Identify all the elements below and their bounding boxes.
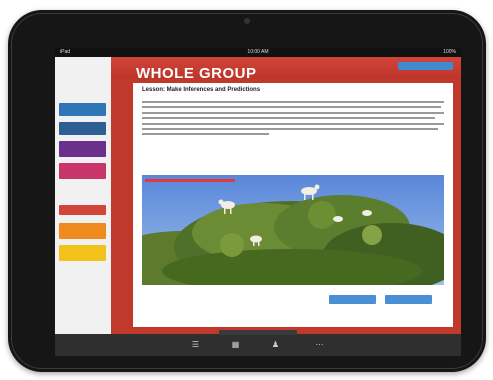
drawer-handle[interactable] [219, 330, 297, 335]
tablet-device: iPad 10:00 AM 100% WHOLE GROUP Lesson: M… [8, 10, 486, 372]
photo-caption-bar [145, 179, 235, 182]
lesson-title: Lesson: Make Inferences and Predictions [142, 87, 261, 93]
status-time: 10:00 AM [247, 49, 269, 55]
content-panel: Lesson: Make Inferences and Predictions [133, 83, 453, 327]
sidebar-item-1[interactable] [59, 103, 106, 116]
sidebar-logo [61, 75, 105, 85]
sidebar-item-5[interactable] [59, 205, 106, 215]
page-title: WHOLE GROUP [136, 65, 257, 82]
menu-icon[interactable]: ☰ [191, 340, 200, 349]
sidebar-item-6[interactable] [59, 223, 106, 239]
main-area: WHOLE GROUP Lesson: Make Inferences and … [111, 57, 461, 334]
bottom-toolbar: ☰ ▦ ♟ ⋯ [55, 330, 461, 356]
layout-icon[interactable]: ▦ [231, 340, 240, 349]
status-bar: iPad 10:00 AM 100% [55, 48, 461, 57]
sidebar [55, 57, 112, 334]
more-icon[interactable]: ⋯ [315, 340, 324, 349]
sidebar-item-7[interactable] [59, 245, 106, 261]
header-action-button[interactable] [398, 62, 453, 70]
goats-in-tree-image [142, 175, 444, 285]
sidebar-item-4[interactable] [59, 163, 106, 179]
people-icon[interactable]: ♟ [271, 340, 280, 349]
next-button[interactable] [385, 295, 432, 304]
front-camera [244, 18, 250, 24]
sidebar-item-2[interactable] [59, 122, 106, 135]
tablet-screen: iPad 10:00 AM 100% WHOLE GROUP Lesson: M… [55, 48, 461, 356]
text-lines [142, 101, 444, 139]
sidebar-item-3[interactable] [59, 141, 106, 157]
previous-button[interactable] [329, 295, 376, 304]
lesson-photo [142, 175, 444, 285]
status-battery: 100% [443, 49, 456, 55]
